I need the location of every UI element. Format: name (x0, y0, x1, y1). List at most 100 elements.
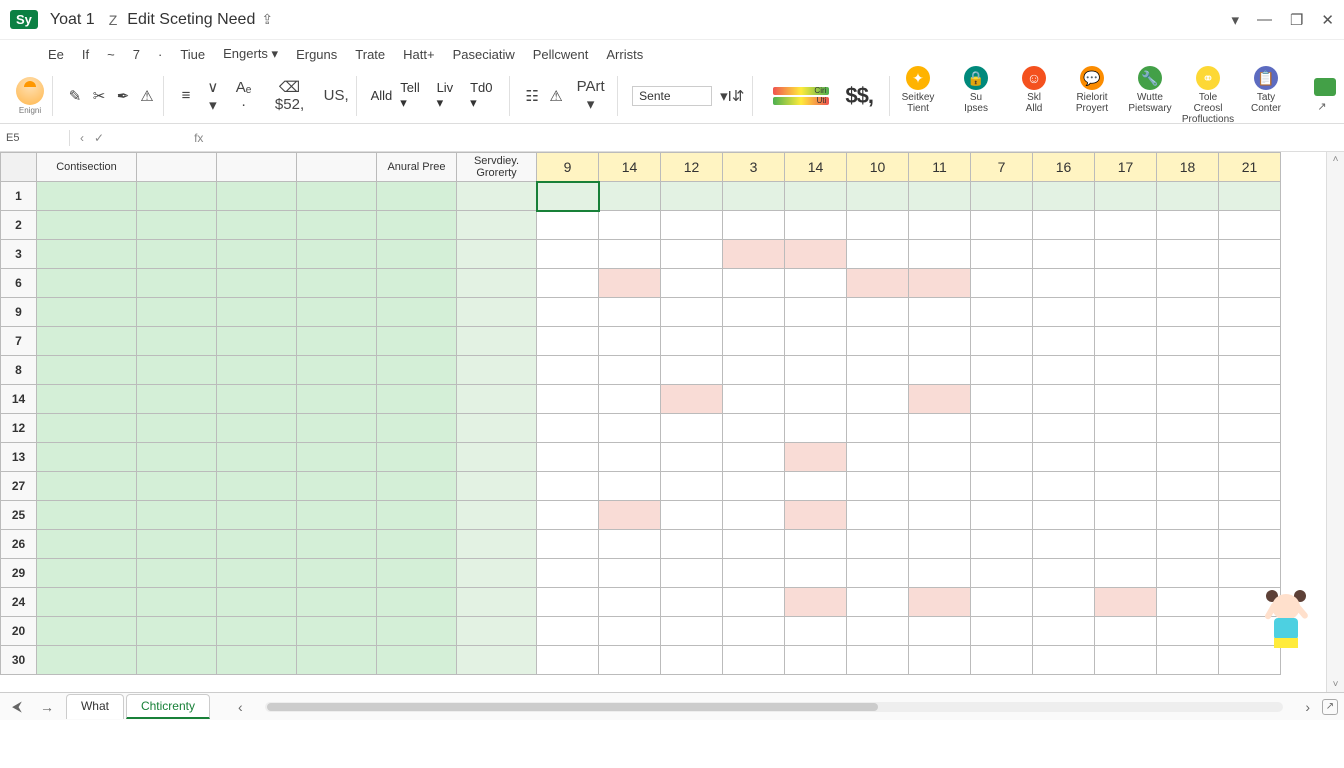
cell[interactable] (971, 356, 1033, 385)
app-tile-icon[interactable] (1314, 78, 1336, 96)
cell[interactable] (297, 414, 377, 443)
cell[interactable] (217, 472, 297, 501)
cell[interactable] (909, 501, 971, 530)
cell[interactable] (909, 617, 971, 646)
cell[interactable] (297, 501, 377, 530)
window-restore-icon[interactable]: ❐ (1290, 11, 1303, 29)
cell[interactable] (37, 240, 137, 269)
row-header[interactable]: 9 (1, 298, 37, 327)
cell[interactable] (377, 356, 457, 385)
cell[interactable] (723, 385, 785, 414)
cell[interactable] (785, 530, 847, 559)
cell[interactable] (847, 501, 909, 530)
cell[interactable] (1033, 617, 1095, 646)
cell[interactable] (971, 501, 1033, 530)
cell[interactable] (1157, 269, 1219, 298)
cell[interactable] (909, 182, 971, 211)
cell[interactable] (377, 211, 457, 240)
extension-chat[interactable]: 💬RieloritProyert (1070, 66, 1114, 125)
column-header[interactable]: Contisection (37, 153, 137, 182)
cell[interactable] (457, 240, 537, 269)
window-close-icon[interactable]: ✕ (1321, 11, 1334, 29)
cell[interactable] (1095, 472, 1157, 501)
cell[interactable] (909, 385, 971, 414)
spreadsheet-grid[interactable]: ContisectionAnural PreeServdiey. Grorert… (0, 152, 1281, 675)
document-title[interactable]: Yoat 1 (50, 11, 95, 29)
cell[interactable] (37, 269, 137, 298)
cell[interactable] (1157, 617, 1219, 646)
cell[interactable] (37, 559, 137, 588)
cell[interactable] (785, 298, 847, 327)
hscroll-left-icon[interactable]: ‹ (232, 699, 249, 715)
scroll-up-icon[interactable]: ˄ (1333, 154, 1339, 165)
cell[interactable] (1033, 588, 1095, 617)
sheet-tab[interactable]: Chticrenty (126, 694, 210, 719)
cell[interactable] (785, 443, 847, 472)
wrap-button[interactable]: ⚠ (548, 87, 564, 105)
column-header[interactable]: 16 (1033, 153, 1095, 182)
cell[interactable] (723, 646, 785, 675)
cell[interactable] (785, 182, 847, 211)
row-header[interactable]: 6 (1, 269, 37, 298)
assistant-mascot-icon[interactable] (1256, 588, 1316, 656)
cell[interactable] (1157, 501, 1219, 530)
cell[interactable] (1219, 327, 1281, 356)
cell[interactable] (971, 385, 1033, 414)
column-header[interactable]: 3 (723, 153, 785, 182)
cell[interactable] (1033, 182, 1095, 211)
menu-item[interactable]: Pellcwent (533, 47, 589, 62)
cell[interactable] (37, 443, 137, 472)
menu-item[interactable]: · (158, 47, 162, 62)
cell[interactable] (1033, 443, 1095, 472)
cell[interactable] (847, 443, 909, 472)
cell[interactable] (377, 559, 457, 588)
cell[interactable] (457, 443, 537, 472)
cell[interactable] (599, 356, 661, 385)
cell[interactable] (537, 182, 599, 211)
menu-item[interactable]: Arrists (606, 47, 643, 62)
cell[interactable] (1219, 211, 1281, 240)
cell[interactable] (661, 530, 723, 559)
cell[interactable] (1095, 269, 1157, 298)
cell[interactable] (137, 327, 217, 356)
cell[interactable] (661, 269, 723, 298)
align-button[interactable]: Tell ▾ (400, 80, 428, 111)
cell[interactable] (377, 298, 457, 327)
name-box[interactable]: E5 (0, 130, 70, 146)
cell[interactable] (785, 559, 847, 588)
cell[interactable] (971, 240, 1033, 269)
cell[interactable] (971, 414, 1033, 443)
cell[interactable] (1219, 182, 1281, 211)
cell[interactable] (599, 240, 661, 269)
cell[interactable] (37, 327, 137, 356)
cell[interactable] (785, 472, 847, 501)
column-header[interactable]: 14 (785, 153, 847, 182)
cell[interactable] (909, 211, 971, 240)
edit-button[interactable]: ✒ (115, 87, 131, 105)
number-button[interactable]: Aₑ · (232, 79, 256, 113)
menu-item[interactable]: ~ (107, 47, 115, 62)
tab-nav-next[interactable]: → (34, 699, 60, 715)
cell[interactable] (1157, 588, 1219, 617)
cell[interactable] (1033, 269, 1095, 298)
cell[interactable] (723, 472, 785, 501)
cell[interactable] (1219, 385, 1281, 414)
row-header[interactable]: 3 (1, 240, 37, 269)
cell[interactable] (457, 385, 537, 414)
cell[interactable] (377, 588, 457, 617)
cell[interactable] (599, 211, 661, 240)
cell[interactable] (909, 588, 971, 617)
cell[interactable] (599, 588, 661, 617)
cell[interactable] (785, 211, 847, 240)
menu-item[interactable]: 7 (133, 47, 140, 62)
cell[interactable] (909, 414, 971, 443)
column-header[interactable] (297, 153, 377, 182)
formula-cancel-icon[interactable]: ‹ (80, 131, 84, 145)
cell[interactable] (661, 559, 723, 588)
cell[interactable] (297, 356, 377, 385)
cell[interactable] (1157, 356, 1219, 385)
row-header[interactable]: 12 (1, 414, 37, 443)
cell[interactable] (37, 211, 137, 240)
cell[interactable] (37, 356, 137, 385)
column-header[interactable]: Servdiey. Grorerty (457, 153, 537, 182)
